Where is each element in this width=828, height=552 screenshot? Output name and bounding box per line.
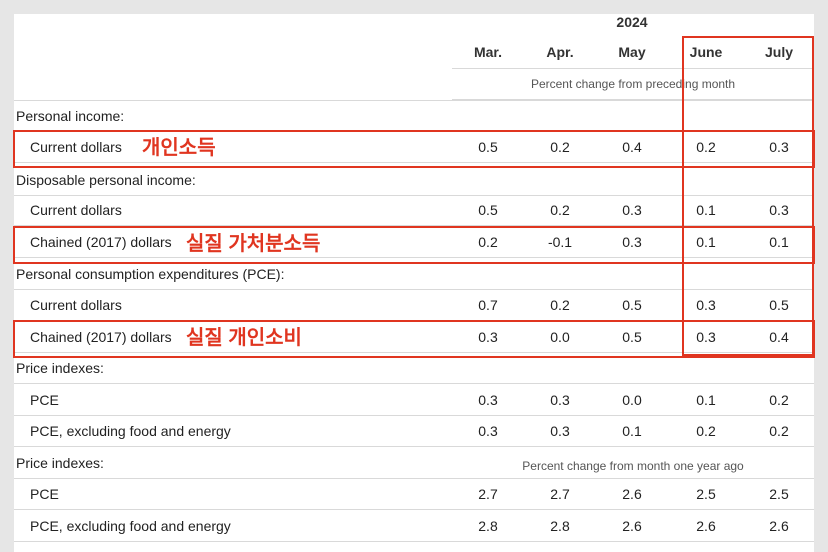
table-cell: 2.8: [550, 518, 570, 534]
row-divider: [14, 415, 814, 416]
section-label: Disposable personal income:: [16, 172, 196, 188]
col-header-may: May: [618, 44, 646, 60]
table-cell: 2.5: [696, 486, 716, 502]
section-label: Personal income:: [16, 108, 125, 124]
row-label: PCE, excluding food and energy: [30, 518, 231, 534]
year-header: 2024: [616, 14, 648, 30]
table-cell: 0.3: [622, 202, 642, 218]
table-cell: 2.6: [622, 518, 642, 534]
annotation-personal-income: 개인소득: [142, 137, 216, 159]
table-cell: 0.0: [622, 392, 642, 408]
section-label: Price indexes:: [16, 360, 104, 376]
row-divider: [14, 541, 814, 542]
table-cell: 2.6: [622, 486, 642, 502]
row-label: PCE: [30, 392, 59, 408]
table-cell: 2.7: [478, 486, 498, 502]
table-cell: 2.7: [550, 486, 570, 502]
table-cell: 0.2: [769, 392, 789, 408]
row-label: Current dollars: [30, 202, 122, 218]
table-cell: 2.6: [696, 518, 716, 534]
highlight-box-june-july: [682, 36, 814, 356]
row-label: PCE: [30, 486, 59, 502]
row-divider: [14, 383, 814, 384]
table-cell: 2.6: [769, 518, 789, 534]
table-cell: 0.3: [550, 392, 570, 408]
col-header-mar: Mar.: [473, 44, 502, 60]
row-divider: [14, 509, 814, 510]
table-cell: 0.3: [550, 423, 570, 439]
table-cell: 2.5: [769, 486, 789, 502]
table-cell: 0.5: [622, 297, 642, 313]
annotation-real-disposable-income: 실질 가처분소득: [186, 233, 321, 255]
row-label: PCE, excluding food and energy: [30, 423, 231, 439]
col-header-apr: Apr.: [546, 44, 574, 60]
table-cell: 0.3: [478, 423, 498, 439]
row-divider: [14, 478, 814, 479]
table-cell: 0.5: [478, 202, 498, 218]
row-label: Current dollars: [30, 297, 122, 313]
table-cell: 2.8: [478, 518, 498, 534]
table-cell: 0.2: [696, 423, 716, 439]
annotation-real-consumption: 실질 개인소비: [186, 327, 302, 349]
section-label: Personal consumption expenditures (PCE):: [16, 266, 285, 282]
table-cell: 0.2: [550, 202, 570, 218]
table-cell: 0.2: [769, 423, 789, 439]
table-cell: 0.1: [696, 392, 716, 408]
table-cell: 0.7: [478, 297, 498, 313]
table-cell: 0.2: [550, 297, 570, 313]
row-divider: [14, 446, 814, 447]
section-label: Price indexes:: [16, 455, 104, 471]
data-table: 2024 Mar. Apr. May June July Percent cha…: [13, 14, 815, 552]
table-cell: 0.1: [622, 423, 642, 439]
note-yearly: Percent change from month one year ago: [522, 459, 744, 473]
table-cell: 0.3: [478, 392, 498, 408]
